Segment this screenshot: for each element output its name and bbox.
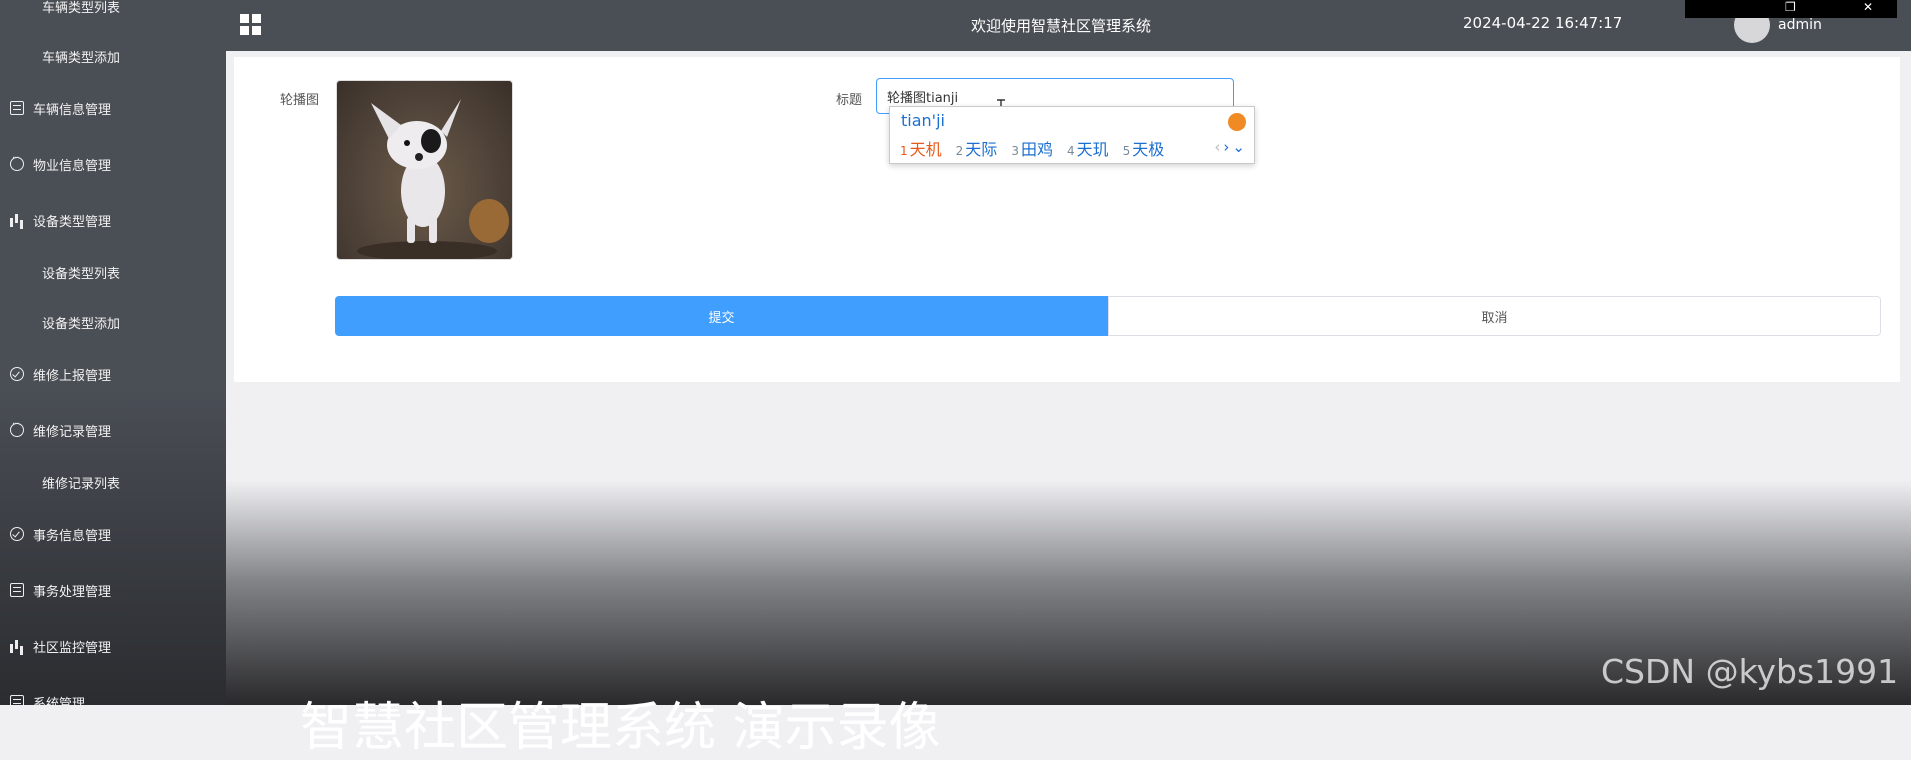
sidebar-item-label: 设备类型管理 <box>33 214 112 230</box>
top-header: 欢迎使用智慧社区管理系统 2024-04-22 16:47:17 admin ❐… <box>226 0 1911 51</box>
ime-logo-icon <box>1228 113 1246 131</box>
sidebar-item-label: 系统管理 <box>33 696 86 706</box>
ime-candidate-popup: tian'ji 1 天机 2 天际 3 田鸡 4 天玑 5 天极 ‹›⌄ <box>889 106 1255 164</box>
header-datetime: 2024-04-22 16:47:17 <box>1463 14 1623 32</box>
sidebar-item-label: 维修记录管理 <box>33 424 112 440</box>
ime-candidate[interactable]: 1 天机 <box>900 136 942 160</box>
chat-icon <box>10 153 24 171</box>
ime-candidate[interactable]: 4 天玑 <box>1067 136 1109 160</box>
dog-photo <box>357 99 509 259</box>
sidebar-item-label: 维修上报管理 <box>33 368 112 384</box>
document-icon <box>10 695 24 705</box>
bar-chart-icon <box>10 213 24 227</box>
header-title: 欢迎使用智慧社区管理系统 <box>971 17 1152 35</box>
sidebar-item-label: 物业信息管理 <box>33 158 112 174</box>
sidebar-item-community-monitor[interactable]: 社区监控管理 <box>0 628 226 664</box>
sidebar-item-label: 维修记录列表 <box>42 476 121 492</box>
submit-button[interactable]: 提交 <box>335 296 1108 336</box>
sidebar-item-label: 设备类型列表 <box>42 266 121 282</box>
sidebar-item-vehicle-type-list[interactable]: 车辆类型列表 <box>0 0 226 24</box>
sidebar-item-system[interactable]: 系统管理 <box>0 684 226 705</box>
sidebar-item-repair-report[interactable]: 维修上报管理 <box>0 356 226 392</box>
bar-chart-icon <box>10 639 24 653</box>
video-subtitle: 智慧社区管理系统 演示录像 <box>300 698 941 758</box>
sidebar-item-affairs-handling[interactable]: 事务处理管理 <box>0 572 226 608</box>
sidebar-item-label: 事务处理管理 <box>33 584 112 600</box>
chat-icon <box>10 419 24 437</box>
sidebar-item-label: 事务信息管理 <box>33 528 112 544</box>
sidebar-item-affairs-info[interactable]: 事务信息管理 <box>0 516 226 552</box>
document-icon <box>10 583 24 597</box>
sidebar-item-device-type-list[interactable]: 设备类型列表 <box>0 254 226 290</box>
sidebar: 车辆类型列表 车辆类型添加 车辆信息管理 物业信息管理 设备类型管理 设备类型列… <box>0 0 226 705</box>
sidebar-item-label: 社区监控管理 <box>33 640 112 656</box>
window-controls: ❐ ✕ <box>1685 0 1897 18</box>
sidebar-item-device-type-add[interactable]: 设备类型添加 <box>0 304 226 340</box>
ime-navigation: ‹›⌄ <box>1214 138 1248 156</box>
check-circle-icon <box>10 527 24 541</box>
carousel-label: 轮播图 <box>280 93 320 108</box>
close-icon[interactable]: ✕ <box>1863 0 1873 14</box>
sidebar-item-device-type[interactable]: 设备类型管理 <box>0 202 226 238</box>
sidebar-item-repair-records[interactable]: 维修记录管理 <box>0 412 226 448</box>
ime-candidate[interactable]: 3 田鸡 <box>1011 136 1053 160</box>
sidebar-item-vehicle-type-add[interactable]: 车辆类型添加 <box>0 38 226 74</box>
sidebar-item-label: 车辆信息管理 <box>33 102 112 118</box>
watermark: CSDN @kybs1991 <box>1601 652 1899 691</box>
cancel-button[interactable]: 取消 <box>1108 296 1881 336</box>
ime-pinyin: tian'ji <box>901 111 945 130</box>
ime-candidate[interactable]: 2 天际 <box>956 136 998 160</box>
sidebar-item-property-info[interactable]: 物业信息管理 <box>0 146 226 182</box>
sidebar-item-label: 车辆类型添加 <box>42 50 121 66</box>
document-icon <box>10 101 24 115</box>
restore-icon[interactable]: ❐ <box>1785 0 1796 14</box>
carousel-image[interactable] <box>336 80 513 260</box>
title-label: 标题 <box>836 93 863 108</box>
sidebar-item-label: 设备类型添加 <box>42 316 121 332</box>
ime-candidate[interactable]: 5 天极 <box>1123 136 1165 160</box>
username[interactable]: admin <box>1778 17 1822 33</box>
sidebar-item-repair-record-list[interactable]: 维修记录列表 <box>0 464 226 500</box>
ime-candidates: 1 天机 2 天际 3 田鸡 4 天玑 5 天极 <box>900 136 1164 160</box>
sidebar-item-vehicle-info[interactable]: 车辆信息管理 <box>0 90 226 126</box>
grid-menu-icon[interactable] <box>240 14 262 36</box>
sidebar-item-label: 车辆类型列表 <box>42 0 121 16</box>
ime-expand-icon[interactable]: ⌄ <box>1232 138 1248 156</box>
check-circle-icon <box>10 367 24 381</box>
